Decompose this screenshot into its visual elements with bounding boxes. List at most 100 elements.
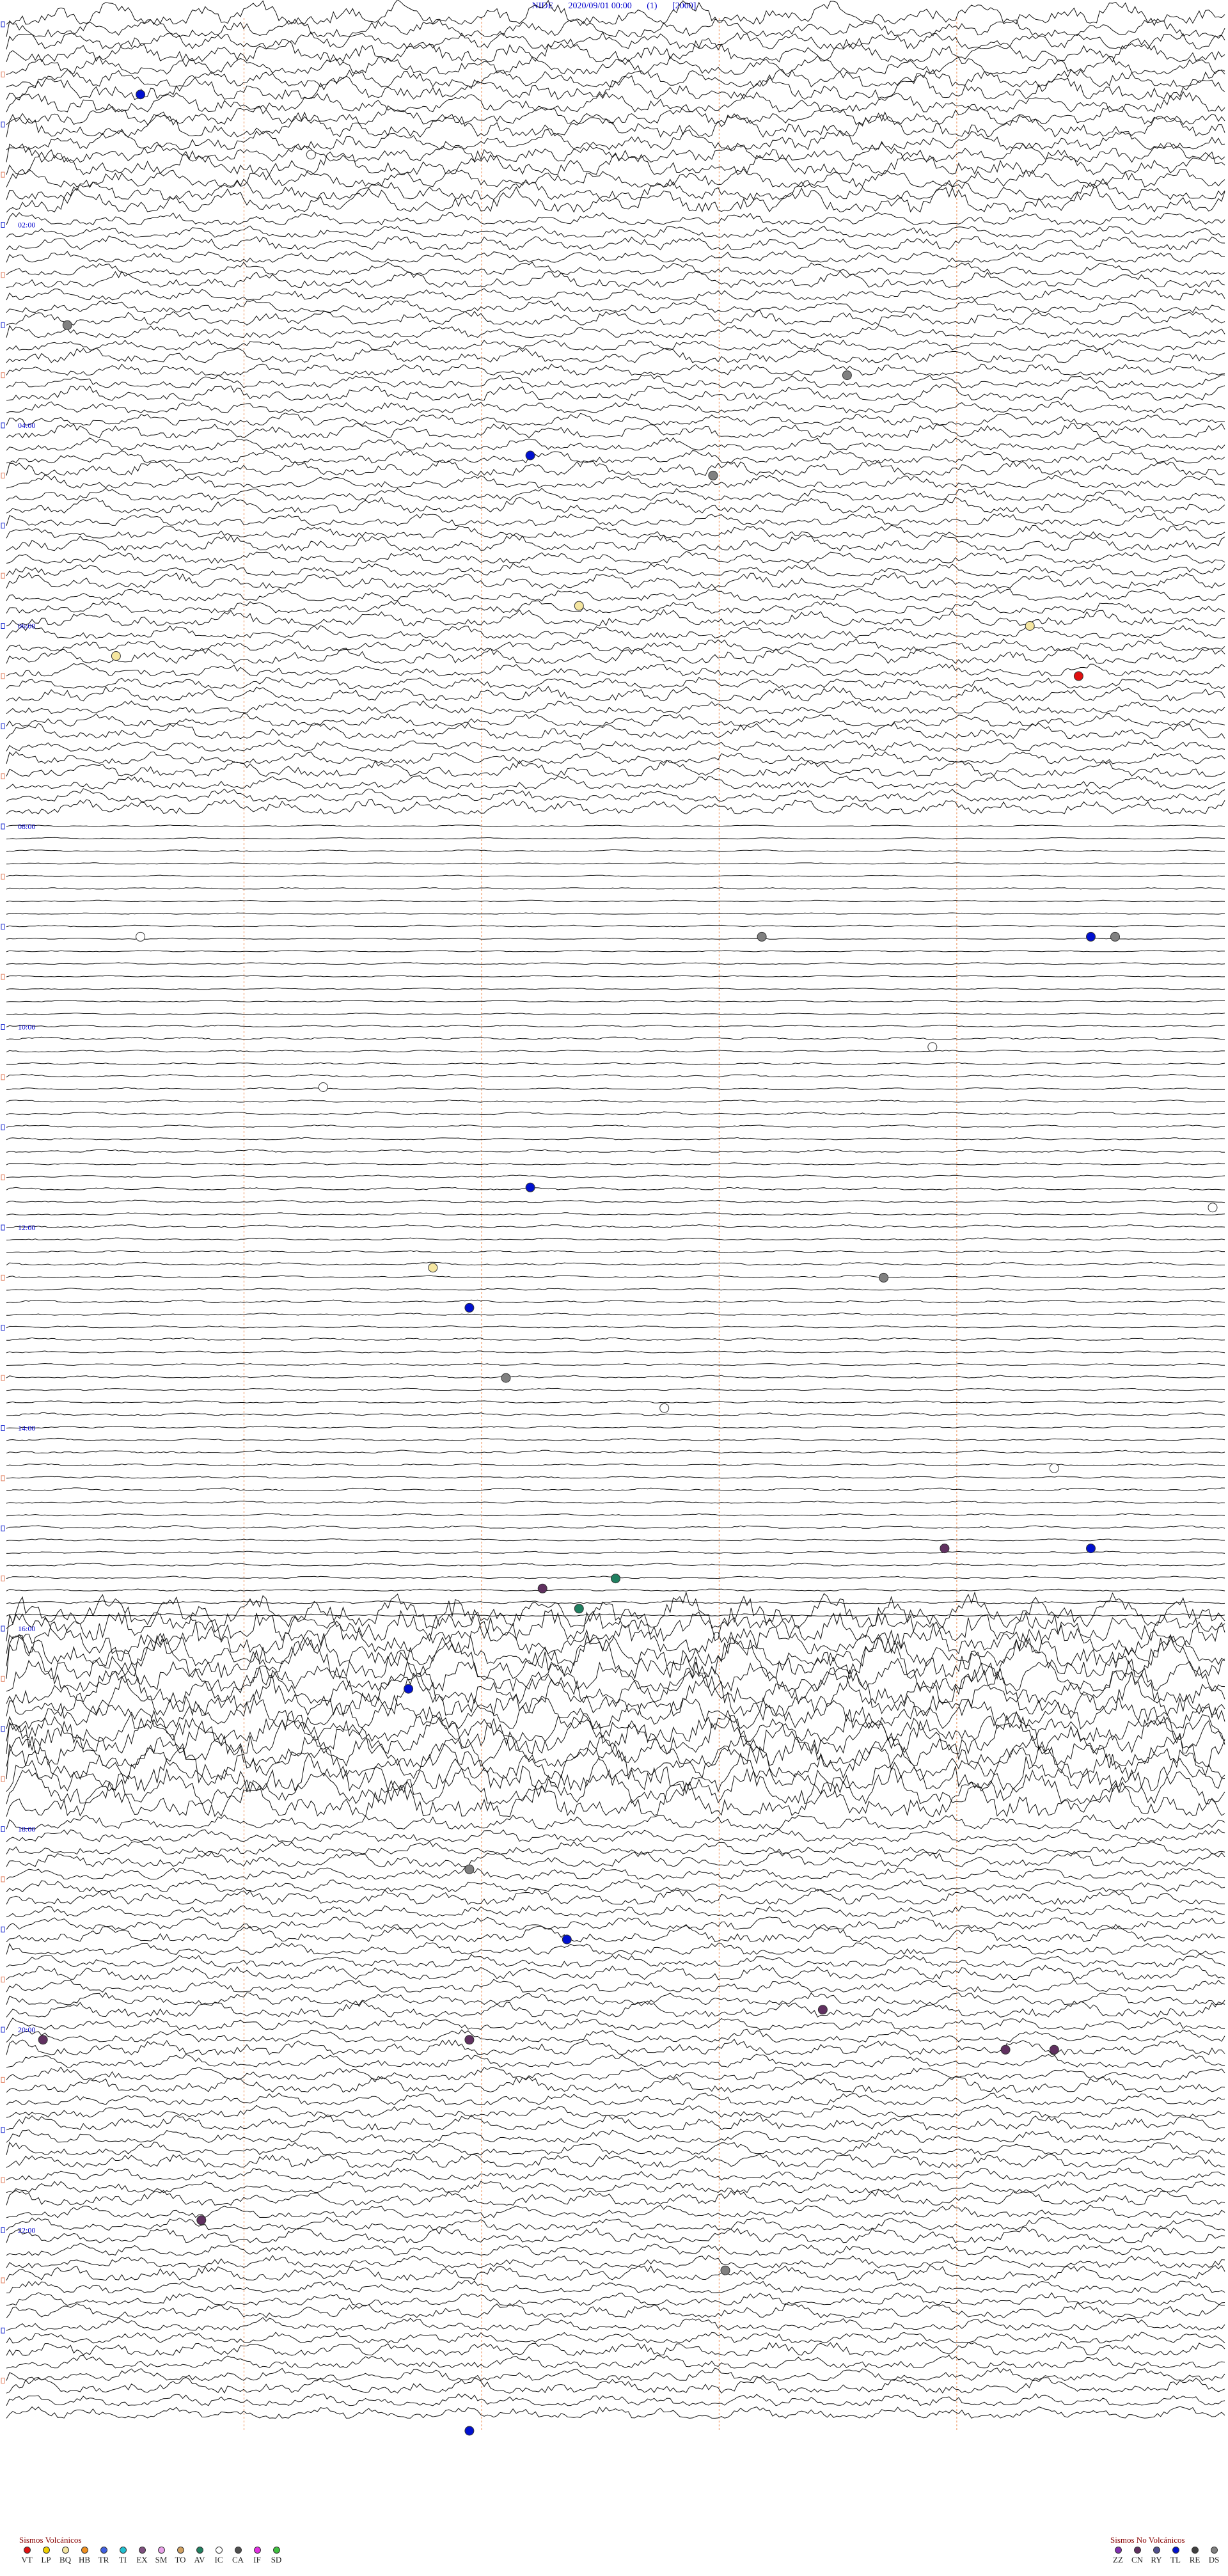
seismic-trace (6, 1363, 1225, 1366)
seismic-trace (6, 685, 1225, 702)
seismic-trace (6, 413, 1225, 426)
legend-volcanic-label: TO (175, 2555, 186, 2564)
row-marker (1, 2127, 5, 2133)
row-marker (1, 2027, 5, 2033)
event-marker-cn (537, 1583, 547, 1593)
seismic-trace (6, 437, 1225, 451)
row-marker (1, 924, 5, 930)
seismic-trace (6, 0, 1225, 25)
legend-nonvolcanic-title: Sismos No Volcánicos (1110, 2535, 1185, 2545)
row-marker (1, 673, 5, 679)
legend-volcanic-dot-icon (157, 2547, 165, 2554)
legend-volcanic-item-av: AV (192, 2547, 207, 2565)
event-marker-bq (574, 601, 584, 611)
seismic-trace (6, 1275, 1225, 1278)
seismic-trace (6, 1125, 1225, 1128)
seismic-trace (6, 1237, 1225, 1241)
event-marker-cn (1049, 2044, 1059, 2055)
seismic-trace (6, 1049, 1225, 1053)
seismic-trace (6, 775, 1225, 789)
event-marker-ds (720, 2265, 730, 2275)
row-marker (1, 573, 5, 579)
legend-volcanic-dot-icon (272, 2547, 280, 2554)
seismic-trace (6, 2280, 1225, 2294)
seismic-trace (6, 2355, 1225, 2369)
seismic-trace (6, 1313, 1225, 1316)
seismic-trace (6, 2393, 1225, 2406)
seismic-trace (6, 1111, 1225, 1116)
row-marker (1, 1425, 5, 1431)
seismic-trace (6, 235, 1225, 251)
event-marker-ds (708, 470, 718, 480)
event-marker-cn (1000, 2044, 1011, 2055)
seismic-trace (6, 225, 1225, 238)
legend-volcanic-label: AV (194, 2555, 205, 2564)
seismic-trace (6, 168, 1225, 188)
legend-volcanic-item-ti: TI (115, 2547, 130, 2565)
seismic-trace (6, 2066, 1225, 2080)
row-marker (1, 523, 5, 529)
legend-volcanic-dot-icon (42, 2547, 50, 2554)
legend-volcanic-item-bq: BQ (58, 2547, 73, 2565)
seismic-trace (6, 1767, 1225, 1805)
event-marker-ic (927, 1042, 938, 1052)
legend-nonvolcanic-label: DS (1208, 2555, 1220, 2564)
legend-volcanic: Sismos Volcánicos VT LP BQ HB TR TI EX SM TO AV IC… (19, 2535, 284, 2565)
row-marker (1, 823, 5, 830)
seismic-trace (6, 496, 1225, 514)
seismic-trace (6, 1224, 1225, 1228)
seismic-trace (6, 400, 1225, 414)
seismic-trace (6, 1013, 1225, 1015)
legend-volcanic-item-if: IF (249, 2547, 265, 2565)
seismic-trace (6, 924, 1225, 928)
seismic-trace (6, 975, 1225, 977)
event-marker-av (611, 1574, 620, 1584)
seismic-trace (6, 677, 1225, 690)
seismic-trace (6, 1387, 1225, 1391)
seismic-trace (6, 17, 1225, 38)
legend-volcanic-dot-icon (253, 2547, 261, 2554)
seismic-trace (6, 2243, 1225, 2256)
row-marker (1, 1977, 5, 1983)
seismic-trace (6, 384, 1225, 401)
seismic-trace (6, 950, 1225, 952)
seismic-trace (6, 338, 1225, 351)
legend-volcanic-label: IF (253, 2555, 261, 2564)
seismic-trace (6, 1828, 1225, 1842)
row-marker (1, 1826, 5, 1832)
legend-volcanic-dot-icon (81, 2547, 88, 2554)
seismic-trace (6, 825, 1225, 827)
event-marker-ds (879, 1272, 889, 1283)
event-marker-ic (659, 1403, 670, 1413)
legend-volcanic-item-sd: SD (269, 2547, 284, 2565)
legend-nonvolcanic-label: CN (1131, 2555, 1144, 2564)
seismic-trace (6, 1706, 1225, 1742)
seismic-trace (6, 1840, 1225, 1855)
seismic-trace (6, 91, 1225, 113)
row-marker (1, 2227, 5, 2233)
event-marker-cn (196, 2215, 207, 2225)
seismic-trace (6, 1036, 1225, 1040)
seismic-trace (6, 475, 1225, 489)
row-marker (1, 122, 5, 128)
seismic-trace (6, 1425, 1225, 1429)
seismic-trace (6, 2302, 1225, 2319)
legend-volcanic-label: LP (41, 2555, 51, 2564)
legend-nonvolcanic-label: RY (1151, 2555, 1162, 2564)
row-marker (1, 2177, 5, 2183)
event-marker-tl (562, 1934, 572, 1945)
seismic-trace (6, 638, 1225, 652)
row-marker (1, 723, 5, 729)
seismic-trace (6, 1375, 1225, 1379)
hour-tick-label: 04:00 (18, 421, 35, 430)
seismic-trace (6, 423, 1225, 439)
legend-nonvolcanic-label: ZZ (1113, 2555, 1123, 2564)
legend-volcanic-item-ic: IC (211, 2547, 226, 2565)
seismic-trace (6, 1657, 1225, 1693)
seismic-trace (6, 551, 1225, 564)
seismic-trace (6, 1941, 1225, 1955)
hour-tick-label: 20:00 (18, 2025, 35, 2034)
seismic-trace (6, 363, 1225, 376)
seismic-trace (6, 563, 1225, 576)
event-marker-cn (464, 2035, 475, 2045)
